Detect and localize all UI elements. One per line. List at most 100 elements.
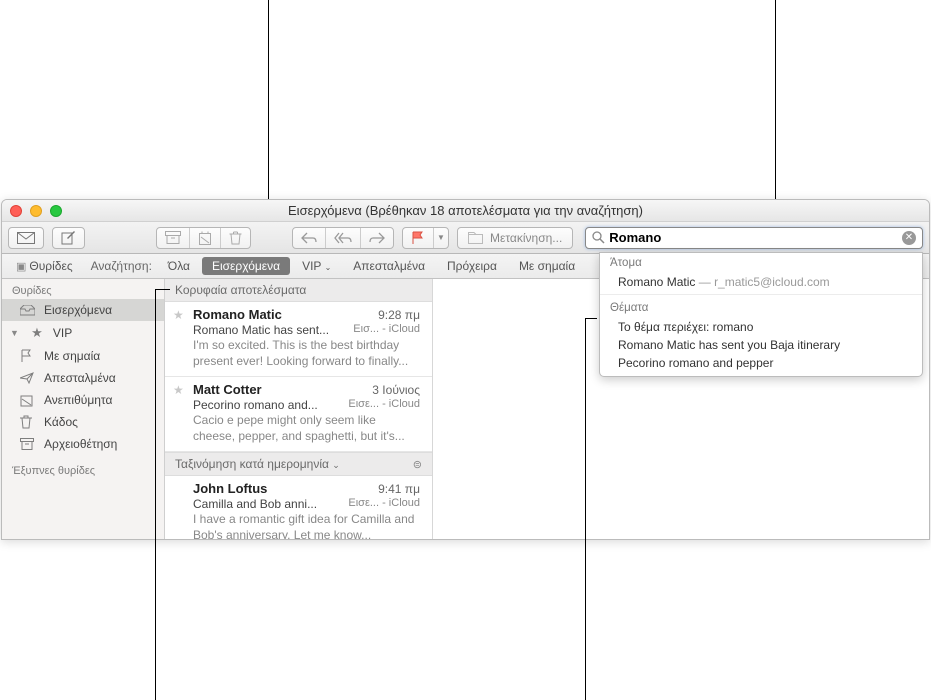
message-item[interactable]: ★ Matt Cotter 3 Ιούνιος Pecorino romano … — [165, 377, 432, 452]
message-preview: I'm so excited. This is the best birthda… — [193, 338, 420, 369]
sidebar-item-inbox[interactable]: Εισερχόμενα — [2, 299, 164, 321]
clear-search-button[interactable]: ✕ — [902, 231, 916, 245]
x-icon: ✕ — [905, 233, 913, 243]
sidebar-item-archive[interactable]: Αρχειοθέτηση — [2, 433, 164, 455]
chevron-down-icon: ▼ — [437, 233, 445, 242]
sidebar-item-flagged[interactable]: Με σημαία — [2, 345, 164, 367]
callout-line — [155, 289, 170, 290]
scope-sent[interactable]: Απεσταλμένα — [343, 257, 435, 275]
forward-button[interactable] — [361, 228, 393, 248]
toolbar: ▼ Μετακίνηση... ✕ — [2, 222, 929, 254]
sidebar-item-trash[interactable]: Κάδος — [2, 411, 164, 433]
star-icon: ★ — [29, 325, 45, 341]
move-button[interactable]: Μετακίνηση... — [457, 227, 573, 249]
flag-icon — [411, 231, 425, 245]
separator — [600, 294, 922, 295]
message-preview: Cacio e pepe might only seem like cheese… — [193, 413, 420, 444]
search-suggestions: Άτομα Romano Matic — r_matic5@icloud.com… — [599, 252, 923, 377]
vip-star-icon[interactable]: ★ — [173, 383, 184, 397]
flag-icon — [20, 349, 36, 363]
move-label: Μετακίνηση... — [490, 231, 562, 245]
message-item[interactable]: ★ Romano Matic 9:28 πμ Romano Matic has … — [165, 302, 432, 377]
callout-line — [585, 318, 586, 700]
disclosure-triangle-icon[interactable]: ▼ — [10, 328, 19, 338]
suggestion-subject[interactable]: Romano Matic has sent you Baja itinerary — [600, 336, 922, 354]
message-subject: Pecorino romano and... — [193, 398, 318, 412]
suggestion-person-email: r_matic5@icloud.com — [714, 275, 830, 289]
envelope-icon — [17, 232, 35, 244]
search-scope-label: Αναζήτηση: — [91, 259, 152, 273]
flag-button[interactable] — [403, 228, 434, 248]
sidebar-item-junk[interactable]: Ανεπιθύμητα — [2, 389, 164, 411]
sidebar-heading-smart: Έξυπνες θυρίδες — [2, 461, 164, 479]
inbox-icon — [20, 305, 36, 316]
filter-icon[interactable]: ⊜ — [413, 458, 422, 471]
message-sender: John Loftus — [193, 481, 267, 496]
archive-icon — [165, 231, 181, 244]
reply-all-button[interactable] — [326, 228, 361, 248]
flag-dropdown[interactable]: ▼ — [434, 228, 448, 248]
scope-flagged[interactable]: Με σημαία — [509, 257, 585, 275]
message-sender: Romano Matic — [193, 307, 282, 322]
junk-icon — [20, 394, 36, 407]
scope-all[interactable]: Όλα — [158, 257, 200, 275]
sidebar-item-sent[interactable]: Απεσταλμένα — [2, 367, 164, 389]
traffic-lights — [10, 205, 62, 217]
chevron-down-icon: ⌄ — [325, 263, 332, 272]
close-button[interactable] — [10, 205, 22, 217]
sort-label: Ταξινόμηση κατά ημερομηνία — [175, 457, 329, 471]
sidebar-item-label: Αρχειοθέτηση — [44, 437, 117, 451]
scope-drafts[interactable]: Πρόχειρα — [437, 257, 507, 275]
message-list[interactable]: Κορυφαία αποτελέσματα ★ Romano Matic 9:2… — [165, 279, 433, 539]
archive-button[interactable] — [157, 228, 190, 248]
forward-icon — [369, 232, 385, 244]
scope-vip[interactable]: VIP ⌄ — [292, 257, 341, 275]
minimize-button[interactable] — [30, 205, 42, 217]
sidebar-heading-mailboxes: Θυρίδες — [2, 281, 164, 299]
archive-icon — [20, 438, 36, 450]
callout-line — [775, 0, 776, 199]
trash-button[interactable] — [221, 228, 250, 248]
get-mail-button[interactable] — [8, 227, 44, 249]
message-subject: Romano Matic has sent... — [193, 323, 329, 337]
mailbox-icon: ▣ — [16, 260, 26, 273]
message-mailbox: Εισε... - iCloud — [348, 398, 420, 412]
archive-junk-trash-group — [156, 227, 251, 249]
flag-group: ▼ — [402, 227, 449, 249]
message-time: 3 Ιούνιος — [372, 383, 420, 397]
reply-group — [292, 227, 394, 249]
window-title: Εισερχόμενα (Βρέθηκαν 18 αποτελέσματα γι… — [2, 203, 929, 218]
message-mailbox: Εισ... - iCloud — [353, 323, 420, 337]
search-input[interactable] — [609, 230, 902, 245]
message-item[interactable]: John Loftus 9:41 πμ Camilla and Bob anni… — [165, 476, 432, 539]
message-sender: Matt Cotter — [193, 382, 262, 397]
callout-line — [155, 289, 156, 700]
reply-icon — [301, 232, 317, 244]
sidebar-item-label: Απεσταλμένα — [44, 371, 116, 385]
search-icon — [592, 231, 605, 244]
message-subject: Camilla and Bob anni... — [193, 497, 317, 511]
sidebar-item-label: VIP — [53, 326, 72, 340]
sidebar-item-label: Κάδος — [44, 415, 78, 429]
vip-star-icon[interactable]: ★ — [173, 308, 184, 322]
sidebar-item-vip[interactable]: ▼ ★ VIP — [2, 321, 164, 345]
compose-button[interactable] — [52, 227, 85, 249]
callout-line — [585, 318, 597, 319]
sidebar: Θυρίδες Εισερχόμενα ▼ ★ VIP Με σημαία — [2, 279, 165, 539]
suggestion-subject[interactable]: Pecorino romano and pepper — [600, 354, 922, 376]
message-time: 9:41 πμ — [378, 482, 420, 496]
sort-header[interactable]: Ταξινόμηση κατά ημερομηνία ⌄ ⊜ — [165, 452, 432, 476]
search-field[interactable]: ✕ — [585, 227, 923, 249]
junk-icon — [198, 231, 212, 245]
mailboxes-toggle[interactable]: ▣ Θυρίδες — [8, 257, 81, 275]
trash-icon — [229, 231, 242, 245]
message-preview: I have a romantic gift idea for Camilla … — [193, 512, 420, 539]
scope-inbox[interactable]: Εισερχόμενα — [202, 257, 290, 275]
mail-window: Εισερχόμενα (Βρέθηκαν 18 αποτελέσματα γι… — [1, 199, 930, 540]
maximize-button[interactable] — [50, 205, 62, 217]
reply-button[interactable] — [293, 228, 326, 248]
suggestion-subject[interactable]: Το θέμα περιέχει: romano — [600, 318, 922, 336]
chevron-down-icon: ⌄ — [332, 460, 340, 470]
suggestion-person[interactable]: Romano Matic — r_matic5@icloud.com — [600, 273, 922, 291]
junk-button[interactable] — [190, 228, 221, 248]
